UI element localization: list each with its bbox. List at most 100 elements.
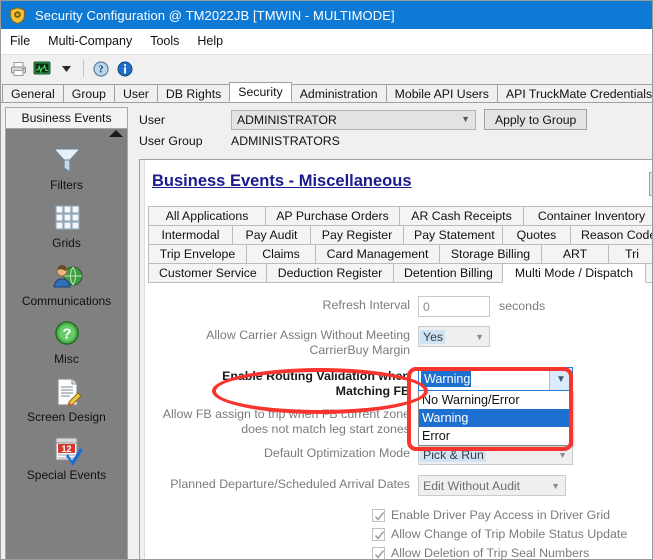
tab-user[interactable]: User <box>114 84 158 102</box>
inner-tab-card-management[interactable]: Card Management <box>315 244 440 264</box>
print-icon[interactable] <box>6 58 30 80</box>
inner-tab-deduction-register[interactable]: Deduction Register <box>266 263 394 283</box>
check-button[interactable]: Chec <box>649 172 652 196</box>
menu-item-multi-company[interactable]: Multi-Company <box>48 32 141 50</box>
question-circle-icon: ? <box>49 317 85 351</box>
tab-mobile-api-users[interactable]: Mobile API Users <box>386 84 498 102</box>
fb-assign-label-line2: does not match leg start zones <box>241 422 410 436</box>
inner-tab-storage-billing[interactable]: Storage Billing <box>439 244 542 264</box>
sidebar-item-communications[interactable]: Communications <box>6 259 127 308</box>
tab-security[interactable]: Security <box>229 82 291 102</box>
tab-api-truckmate-credentials[interactable]: API TruckMate Credentials <box>497 84 653 102</box>
tab-administration[interactable]: Administration <box>291 84 387 102</box>
chevron-down-icon[interactable]: ▼ <box>549 368 572 390</box>
body-row: Business Events Filters <box>1 103 652 560</box>
page-title: Business Events - Miscellaneous <box>152 172 412 191</box>
routing-validation-option-list: No Warning/Error Warning Error <box>418 391 573 446</box>
sidebar-header-business-events[interactable]: Business Events <box>6 108 127 129</box>
checkbox-row-mobile-status[interactable]: Allow Change of Trip Mobile Status Updat… <box>372 527 652 541</box>
inner-tab-detention-billing[interactable]: Detention Billing <box>393 263 503 283</box>
inner-tab-all-applications[interactable]: All Applications <box>148 206 266 226</box>
planned-departure-label: Planned Departure/Scheduled Arrival Date… <box>140 475 418 492</box>
routing-validation-dropdown[interactable]: Warning ▼ No Warning/Error Warning Error <box>418 367 573 391</box>
inner-tab-container-inventory[interactable]: Container Inventory <box>523 206 652 226</box>
monitor-icon[interactable] <box>30 58 54 80</box>
sidebar: Business Events Filters <box>1 103 131 560</box>
dropdown-option-warning[interactable]: Warning <box>419 409 572 427</box>
checkbox-driver-pay[interactable] <box>372 509 385 522</box>
refresh-interval-label: Refresh Interval <box>140 296 418 313</box>
content-area: User ADMINISTRATOR ▼ Apply to Group User… <box>131 103 652 560</box>
checkbox-label: Enable Driver Pay Access in Driver Grid <box>391 508 610 522</box>
menu-item-file[interactable]: File <box>10 32 39 50</box>
tab-db-rights[interactable]: DB Rights <box>157 84 230 102</box>
inner-tab-pay-statement[interactable]: Pay Statement <box>403 225 503 245</box>
menu-item-tools[interactable]: Tools <box>150 32 188 50</box>
inner-tab-ar-cash-receipts[interactable]: AR Cash Receipts <box>399 206 524 226</box>
carrier-assign-select[interactable]: Yes ▼ <box>418 326 490 347</box>
inner-tab-trip-envelope[interactable]: Trip Envelope <box>148 244 247 264</box>
routing-validation-dropdown-head[interactable]: Warning ▼ <box>418 367 573 391</box>
sidebar-scroll-up[interactable] <box>6 129 127 143</box>
sidebar-item-special-events[interactable]: 12 Special Events <box>6 433 127 482</box>
inner-tab-pay-audit[interactable]: Pay Audit <box>232 225 311 245</box>
main-tab-strip: General Group User DB Rights Security Ad… <box>1 82 652 103</box>
sidebar-item-filters[interactable]: Filters <box>6 143 127 192</box>
fb-assign-row: Allow FB assign to trip when FB current … <box>140 405 652 437</box>
sidebar-item-label: Screen Design <box>27 411 106 424</box>
tab-general[interactable]: General <box>2 84 64 102</box>
user-group-value: ADMINISTRATORS <box>231 134 340 148</box>
checkbox-mobile-status[interactable] <box>372 528 385 541</box>
info-icon[interactable] <box>113 58 137 80</box>
svg-text:?: ? <box>99 64 104 75</box>
inner-tab-driver[interactable]: Driv <box>645 263 652 283</box>
planned-departure-select[interactable]: Edit Without Audit ▼ <box>418 475 566 496</box>
dropdown-arrow-icon[interactable] <box>54 58 78 80</box>
inner-tab-rows: All Applications AP Purchase Orders AR C… <box>140 206 652 283</box>
inner-tab-reason-code[interactable]: Reason Code <box>570 225 652 245</box>
sidebar-item-label: Communications <box>22 295 111 308</box>
refresh-interval-input[interactable]: 0 <box>418 296 490 317</box>
inner-tab-art[interactable]: ART <box>541 244 609 264</box>
inner-tab-row-1: All Applications AP Purchase Orders AR C… <box>148 206 652 226</box>
inner-tab-multi-mode-dispatch[interactable]: Multi Mode / Dispatch <box>502 263 646 283</box>
funnel-icon <box>49 143 85 177</box>
toolbar-separator <box>83 60 84 77</box>
routing-validation-value: Warning <box>421 371 471 387</box>
chevron-down-icon: ▼ <box>551 481 560 491</box>
optimization-mode-select[interactable]: Pick & Run ▼ <box>418 444 573 465</box>
sidebar-items: Filters Grids <box>6 143 127 560</box>
chevron-down-icon: ▼ <box>475 332 484 342</box>
sidebar-item-screen-design[interactable]: Screen Design <box>6 375 127 424</box>
checkbox-row-seal-numbers[interactable]: Allow Deletion of Trip Seal Numbers <box>372 546 652 560</box>
panel-header: Business Events - Miscellaneous Chec <box>140 160 652 206</box>
sidebar-item-grids[interactable]: Grids <box>6 201 127 250</box>
inner-tab-trip[interactable]: Tri <box>608 244 652 264</box>
menu-item-help[interactable]: Help <box>197 32 232 50</box>
dropdown-option-no-warning-error[interactable]: No Warning/Error <box>419 391 572 409</box>
inner-tab-customer-service[interactable]: Customer Service <box>148 263 267 283</box>
tab-group[interactable]: Group <box>63 84 115 102</box>
carrier-assign-row: Allow Carrier Assign Without Meeting Car… <box>140 326 652 358</box>
inner-tab-claims[interactable]: Claims <box>246 244 316 264</box>
title-bar: Security Configuration @ TM2022JB [TMWIN… <box>1 1 652 29</box>
inner-tab-pay-register[interactable]: Pay Register <box>310 225 404 245</box>
help-icon[interactable]: ? <box>89 58 113 80</box>
inner-tab-intermodal[interactable]: Intermodal <box>148 225 233 245</box>
inner-tab-row-3: Trip Envelope Claims Card Management Sto… <box>148 244 652 264</box>
user-group-label: User Group <box>139 134 231 148</box>
checkbox-row-driver-pay[interactable]: Enable Driver Pay Access in Driver Grid <box>372 508 652 522</box>
carrier-assign-label-line2: CarrierBuy Margin <box>309 343 410 357</box>
user-combobox-value: ADMINISTRATOR <box>237 113 337 127</box>
user-combobox[interactable]: ADMINISTRATOR ▼ <box>231 110 476 130</box>
window-title: Security Configuration @ TM2022JB [TMWIN… <box>35 8 395 23</box>
inner-tab-quotes[interactable]: Quotes <box>502 225 571 245</box>
user-group-row: User Group ADMINISTRATORS <box>139 134 652 148</box>
inner-tab-ap-purchase-orders[interactable]: AP Purchase Orders <box>265 206 400 226</box>
grid-icon <box>49 201 85 235</box>
dropdown-option-error[interactable]: Error <box>419 427 572 445</box>
apply-to-group-button[interactable]: Apply to Group <box>484 109 587 130</box>
sidebar-item-misc[interactable]: ? Misc <box>6 317 127 366</box>
checkbox-seal-numbers[interactable] <box>372 547 385 560</box>
toolbar: ? <box>1 54 652 82</box>
